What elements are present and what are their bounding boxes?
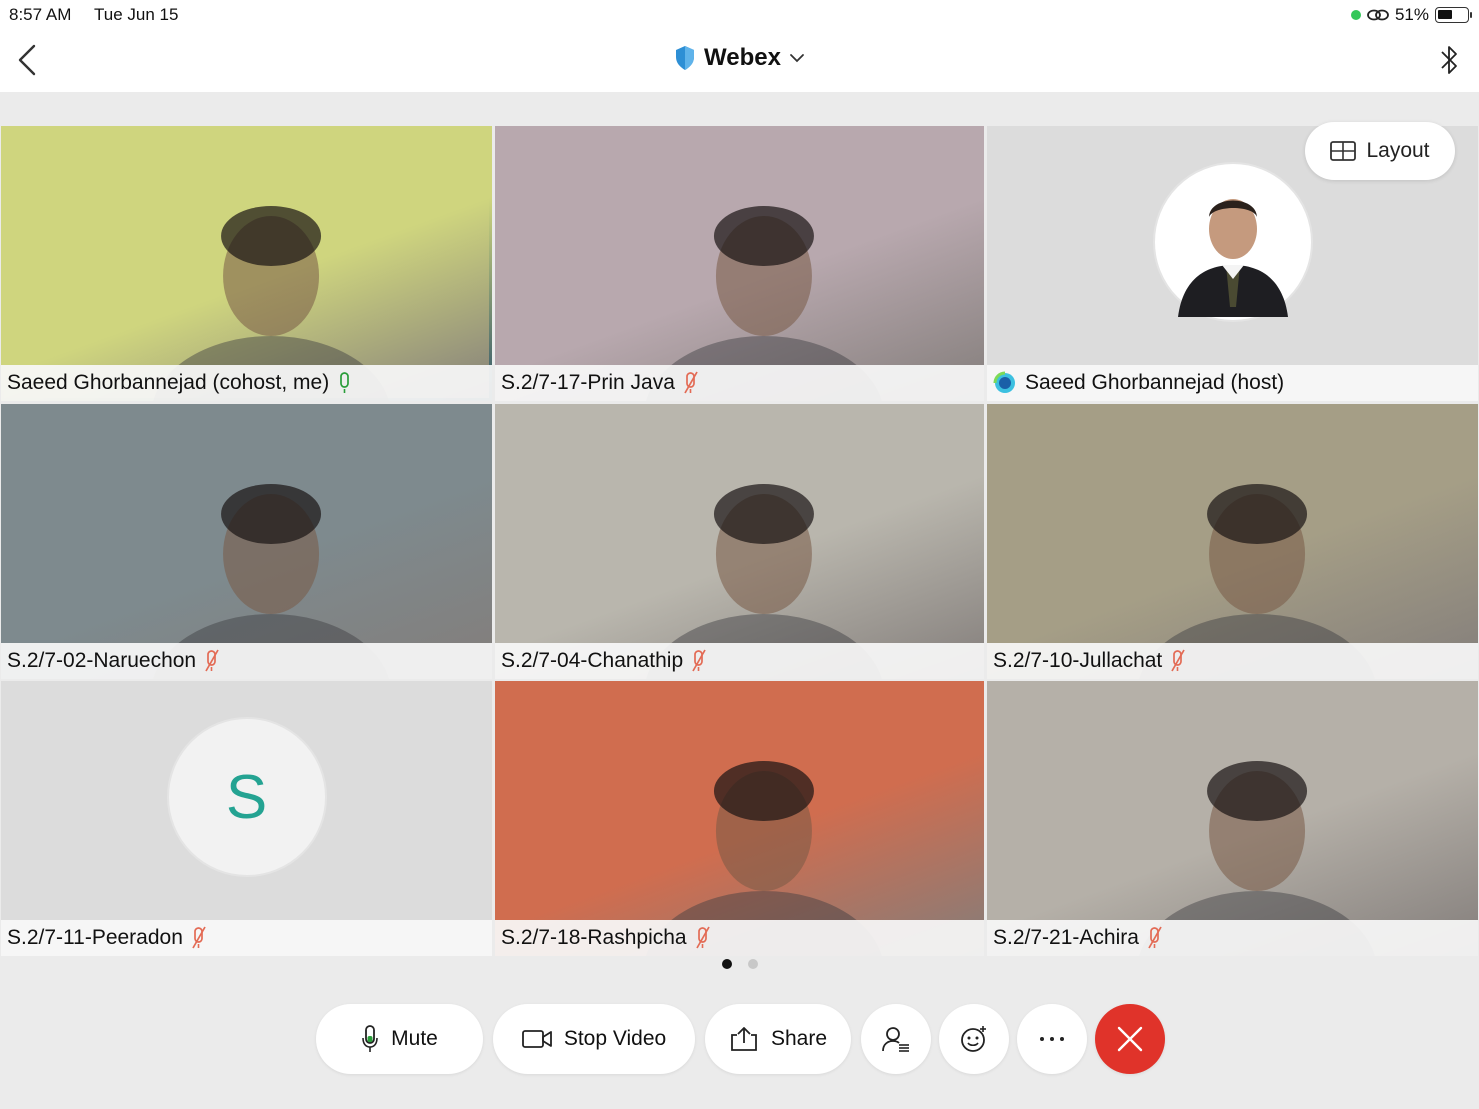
mic-muted-icon	[692, 649, 706, 672]
microphone-icon	[362, 1025, 378, 1052]
person-silhouette	[153, 484, 389, 679]
meeting-controls: Mute Stop Video Share	[0, 1004, 1479, 1076]
participant-name: S.2/7-17-Prin Java	[501, 371, 675, 394]
participant-name-bar: S.2/7-02-Naruechon	[1, 643, 492, 679]
person-silhouette	[646, 206, 882, 401]
participant-tile[interactable]: S.2/7-17-Prin Java	[495, 126, 984, 401]
participant-name: S.2/7-11-Peeradon	[7, 926, 183, 949]
participant-tile[interactable]: S.2/7-04-Chanathip	[495, 404, 984, 679]
mic-on-icon	[340, 372, 350, 393]
reactions-button[interactable]	[939, 1004, 1009, 1074]
webex-logo-icon	[993, 371, 1015, 393]
participants-icon	[882, 1027, 909, 1052]
avatar-photo	[1177, 199, 1288, 317]
participants-button[interactable]	[861, 1004, 931, 1074]
participant-name: S.2/7-18-Rashpicha	[501, 926, 687, 949]
initial-avatar: S	[166, 717, 327, 877]
battery-percent: 51%	[1394, 5, 1429, 24]
participant-name-bar: S.2/7-10-Jullachat	[987, 643, 1478, 679]
page-dot[interactable]	[747, 959, 758, 969]
participant-name-bar: S.2/7-17-Prin Java	[495, 365, 984, 401]
participant-name: Saeed Ghorbannejad (cohost, me)	[7, 371, 330, 394]
participant-name-bar: Saeed Ghorbannejad (cohost, me)	[1, 365, 492, 401]
person-silhouette	[153, 206, 389, 401]
participant-tile[interactable]: S.2/7-18-Rashpicha	[495, 681, 984, 956]
avatar-initial: S	[225, 762, 268, 832]
mute-label: Mute	[391, 1027, 438, 1050]
participant-name-bar: S.2/7-11-Peeradon	[1, 920, 492, 956]
status-time: 8:57 AM	[9, 5, 72, 24]
video-camera-icon	[521, 1030, 552, 1048]
layout-button-label: Layout	[1366, 139, 1430, 162]
person-silhouette	[646, 484, 882, 679]
top-bar: 8:57 AM Tue Jun 15 51% Webex	[0, 0, 1479, 92]
mic-muted-icon	[1171, 649, 1186, 672]
participant-grid: Saeed Ghorbannejad (cohost, me) S.2/7-17-…	[0, 126, 1479, 956]
close-icon	[1117, 1026, 1143, 1052]
person-silhouette	[1139, 761, 1375, 956]
battery-icon	[1435, 7, 1472, 23]
participant-tile[interactable]: Saeed Ghorbannejad (cohost, me)	[1, 126, 492, 401]
mic-muted-icon	[684, 371, 698, 394]
participant-tile[interactable]: S S.2/7-11-Peeradon	[1, 681, 492, 956]
bluetooth-button[interactable]	[1437, 42, 1461, 78]
participant-name-bar: S.2/7-04-Chanathip	[495, 643, 984, 679]
participant-name: S.2/7-04-Chanathip	[501, 649, 684, 672]
participant-tile[interactable]: S.2/7-02-Naruechon	[1, 404, 492, 679]
more-options-button[interactable]	[1017, 1004, 1087, 1074]
status-date: Tue Jun 15	[94, 5, 179, 24]
participant-tile[interactable]: S.2/7-10-Jullachat	[987, 404, 1478, 679]
participant-name: S.2/7-02-Naruechon	[7, 649, 197, 672]
person-silhouette	[1139, 484, 1375, 679]
shield-icon	[676, 46, 695, 70]
mic-muted-icon	[205, 649, 219, 672]
page-indicator[interactable]	[0, 959, 1479, 969]
mic-muted-icon	[1148, 926, 1162, 949]
participant-tile[interactable]: S.2/7-21-Achira	[987, 681, 1478, 956]
mute-button[interactable]: Mute	[316, 1004, 483, 1074]
share-button[interactable]: Share	[705, 1004, 851, 1074]
stop-video-button[interactable]: Stop Video	[493, 1004, 695, 1074]
more-icon	[1040, 1037, 1064, 1041]
person-silhouette	[646, 761, 882, 956]
grid-layout-icon	[1330, 141, 1357, 161]
status-indicators: 51%	[1350, 5, 1472, 25]
end-call-button[interactable]	[1095, 1004, 1165, 1074]
layout-button[interactable]: Layout	[1305, 122, 1455, 180]
participant-name-bar: S.2/7-21-Achira	[987, 920, 1478, 956]
chevron-down-icon	[790, 54, 804, 63]
link-icon	[1367, 9, 1389, 21]
meeting-title-dropdown[interactable]: Webex	[0, 44, 1479, 72]
participant-name: Saeed Ghorbannejad (host)	[1025, 371, 1285, 394]
mic-muted-icon	[695, 926, 710, 949]
share-icon	[731, 1027, 757, 1051]
share-label: Share	[770, 1027, 828, 1050]
emoji-icon	[961, 1026, 986, 1052]
camera-in-use-icon	[1350, 10, 1361, 20]
meeting-title: Webex	[704, 44, 781, 71]
stop-video-label: Stop Video	[563, 1027, 667, 1050]
page-dot[interactable]	[721, 959, 732, 969]
participant-name: S.2/7-10-Jullachat	[993, 649, 1163, 672]
bluetooth-icon	[1441, 46, 1457, 74]
participant-name: S.2/7-21-Achira	[993, 926, 1139, 949]
host-avatar	[1152, 162, 1313, 322]
participant-name-bar: Saeed Ghorbannejad (host)	[987, 365, 1478, 401]
participant-name-bar: S.2/7-18-Rashpicha	[495, 920, 984, 956]
mic-muted-icon	[192, 926, 206, 949]
